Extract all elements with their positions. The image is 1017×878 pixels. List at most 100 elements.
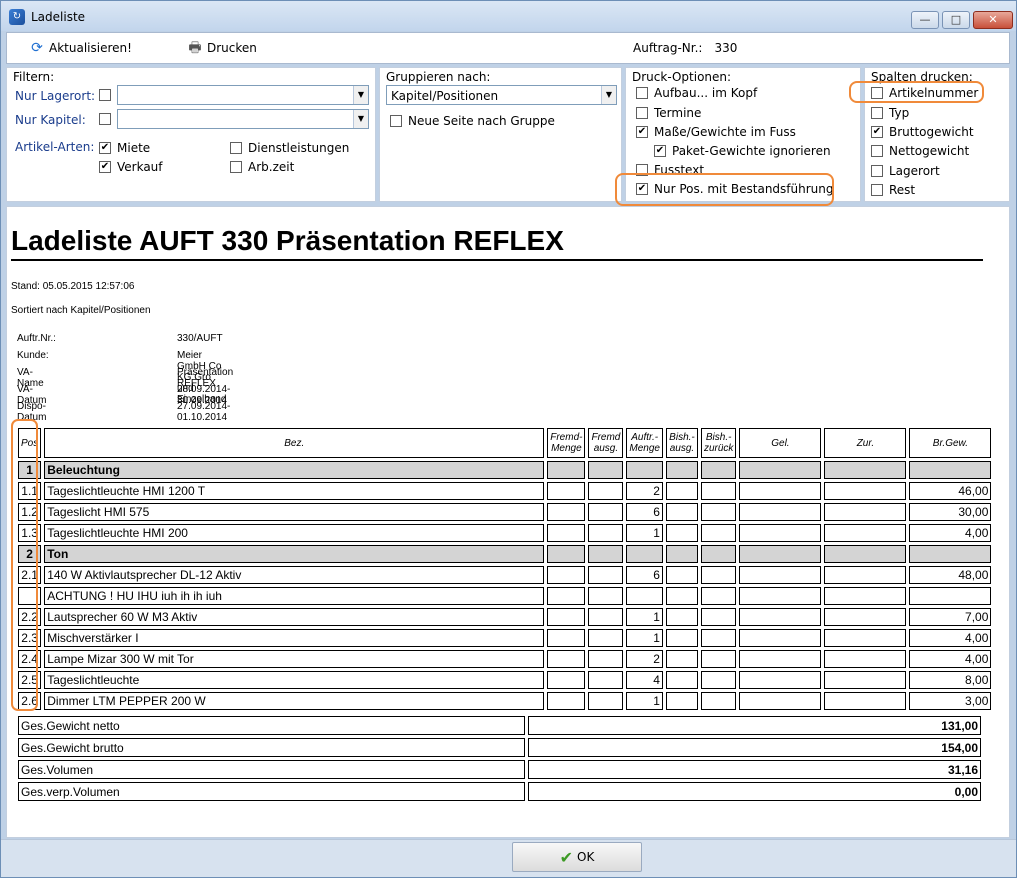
arbzeit-checkbox[interactable]: Arb.zeit [230, 160, 294, 174]
new-page-label: Neue Seite nach Gruppe [408, 114, 555, 128]
print-button[interactable]: 🖶 Drucken [187, 41, 257, 55]
cell-brgew: 4,00 [909, 524, 992, 542]
cell-gel [739, 671, 822, 689]
cell-bish-zurueck [700, 524, 737, 542]
cell-auftr-menge: 2 [626, 650, 663, 668]
arbzeit-label: Arb.zeit [248, 160, 295, 174]
ok-label: OK [577, 850, 595, 864]
cell-brgew: 4,00 [909, 629, 992, 647]
cell-auftr-menge: 6 [626, 566, 663, 584]
dienstleistungen-checkbox[interactable]: Dienstleistungen [230, 141, 349, 155]
miete-checkbox[interactable]: Miete [99, 141, 150, 155]
kapitel-checkbox[interactable] [99, 113, 111, 125]
group-select[interactable]: Kapitel/Positionen ▼ [386, 85, 617, 105]
filter-panel: Filtern: Nur Lagerort: ▼ Nur Kapitel: ▼ … [6, 67, 376, 202]
report-stand: Stand: 05.05.2015 12:57:06 [11, 281, 135, 292]
lagerort-checkbox[interactable] [99, 89, 111, 101]
totals-row: Ges.Gewicht brutto 154,00 [18, 738, 981, 757]
cell-brgew: 30,00 [909, 503, 992, 521]
cell-bish-ausg [665, 671, 698, 689]
cell-auftr-menge [626, 461, 663, 479]
rest-label: Rest [889, 183, 916, 197]
total-label: Ges.verp.Volumen [18, 782, 525, 801]
lagerort-col-checkbox[interactable]: Lagerort [871, 164, 940, 178]
paket-checkbox[interactable]: Paket-Gewichte ignorieren [654, 144, 831, 158]
ladeliste-window: ↻ Ladeliste — □ ✕ ⟳ Aktualisieren! 🖶 Dru… [0, 0, 1017, 878]
cell-zur [824, 524, 907, 542]
table-row: 2.1 140 W Aktivlautsprecher DL-12 Aktiv 6 4… [18, 566, 992, 584]
total-value: 31,16 [528, 760, 981, 779]
title-divider [11, 259, 983, 261]
cell-auftr-menge: 1 [626, 692, 663, 710]
cell-bez: ACHTUNG ! HU IHU iuh ih ih iuh [44, 587, 545, 605]
cell-brgew: 46,00 [909, 482, 992, 500]
cell-fremd-ausg [588, 671, 624, 689]
col-bish-ausg-header: Bish.- ausg. [665, 428, 698, 458]
cell-brgew: 8,00 [909, 671, 992, 689]
kapitel-select[interactable]: ▼ [117, 109, 369, 129]
col-fremd-ausg-header: Fremd ausg. [588, 428, 624, 458]
cell-zur [824, 587, 907, 605]
netto-label: Nettogewicht [889, 144, 970, 158]
cell-bish-zurueck [700, 629, 737, 647]
chevron-down-icon: ▼ [353, 86, 368, 104]
refresh-button[interactable]: ⟳ Aktualisieren! [29, 41, 132, 55]
close-button[interactable]: ✕ [973, 11, 1013, 29]
brutto-label: Bruttogewicht [889, 125, 974, 139]
lagerort-col-label: Lagerort [889, 164, 940, 178]
table-row: 2.3 Mischverstärker I 1 4,00 [18, 629, 992, 647]
aufbau-label: Aufbau... im Kopf [654, 86, 758, 100]
lagerort-select[interactable]: ▼ [117, 85, 369, 105]
netto-checkbox[interactable]: Nettogewicht [871, 144, 969, 158]
cell-fremd-menge [547, 461, 586, 479]
cell-bish-ausg [665, 503, 698, 521]
col-fremd-menge-header: Fremd- Menge [547, 428, 586, 458]
totals-table: Ges.Gewicht netto 131,00 Ges.Gewicht brut… [15, 713, 984, 804]
refresh-icon: ⟳ [31, 40, 43, 56]
typ-checkbox[interactable]: Typ [871, 106, 909, 120]
cell-gel [739, 482, 822, 500]
cell-bish-ausg [665, 461, 698, 479]
verkauf-checkbox[interactable]: Verkauf [99, 160, 163, 174]
masse-checkbox[interactable]: Maße/Gewichte im Fuss [636, 125, 796, 139]
termine-checkbox[interactable]: Termine [636, 106, 701, 120]
group-panel: Gruppieren nach: Kapitel/Positionen ▼ Ne… [379, 67, 622, 202]
cell-zur [824, 482, 907, 500]
group-row: 1 Beleuchtung [18, 461, 992, 479]
minimize-button[interactable]: — [911, 11, 939, 29]
brutto-checkbox[interactable]: Bruttogewicht [871, 125, 974, 139]
cell-bez: Mischverstärker I [44, 629, 545, 647]
new-page-checkbox[interactable]: Neue Seite nach Gruppe [390, 114, 555, 128]
rest-checkbox[interactable]: Rest [871, 183, 915, 197]
total-label: Ges.Gewicht netto [18, 716, 525, 735]
cell-fremd-ausg [588, 692, 624, 710]
cell-bez: Dimmer LTM PEPPER 200 W [44, 692, 545, 710]
cell-fremd-menge [547, 671, 586, 689]
toolbar: ⟳ Aktualisieren! 🖶 Drucken Auftrag-Nr.: … [6, 32, 1010, 64]
table-row: 1.1 Tageslichtleuchte HMI 1200 T 2 46,00 [18, 482, 992, 500]
cell-fremd-ausg [588, 545, 624, 563]
report-title: Ladeliste AUFT 330 Präsentation REFLEX [11, 225, 564, 256]
cell-bish-zurueck [700, 692, 737, 710]
app-icon: ↻ [9, 9, 25, 25]
artikel-arten-label: Artikel-Arten: [15, 140, 95, 154]
cell-bez: Tageslichtleuchte [44, 671, 545, 689]
cell-auftr-menge [626, 545, 663, 563]
termine-label: Termine [654, 106, 702, 120]
cell-fremd-ausg [588, 461, 624, 479]
artikelnummer-highlight [849, 81, 984, 103]
cell-zur [824, 503, 907, 521]
cell-bish-zurueck [700, 461, 737, 479]
aufbau-checkbox[interactable]: Aufbau... im Kopf [636, 86, 757, 100]
col-gel-header: Gel. [739, 428, 822, 458]
table-row: 1.2 Tageslicht HMI 575 6 30,00 [18, 503, 992, 521]
ok-button[interactable]: ✔ OK [512, 842, 642, 872]
items-table: Pos Bez. Fremd- Menge Fremd ausg. Auftr.- M… [15, 425, 994, 713]
maximize-button[interactable]: □ [942, 11, 970, 29]
cell-zur [824, 671, 907, 689]
cell-fremd-ausg [588, 503, 624, 521]
cell-bish-zurueck [700, 608, 737, 626]
cell-zur [824, 566, 907, 584]
cell-bez: Lampe Mizar 300 W mit Tor [44, 650, 545, 668]
cell-bish-zurueck [700, 503, 737, 521]
